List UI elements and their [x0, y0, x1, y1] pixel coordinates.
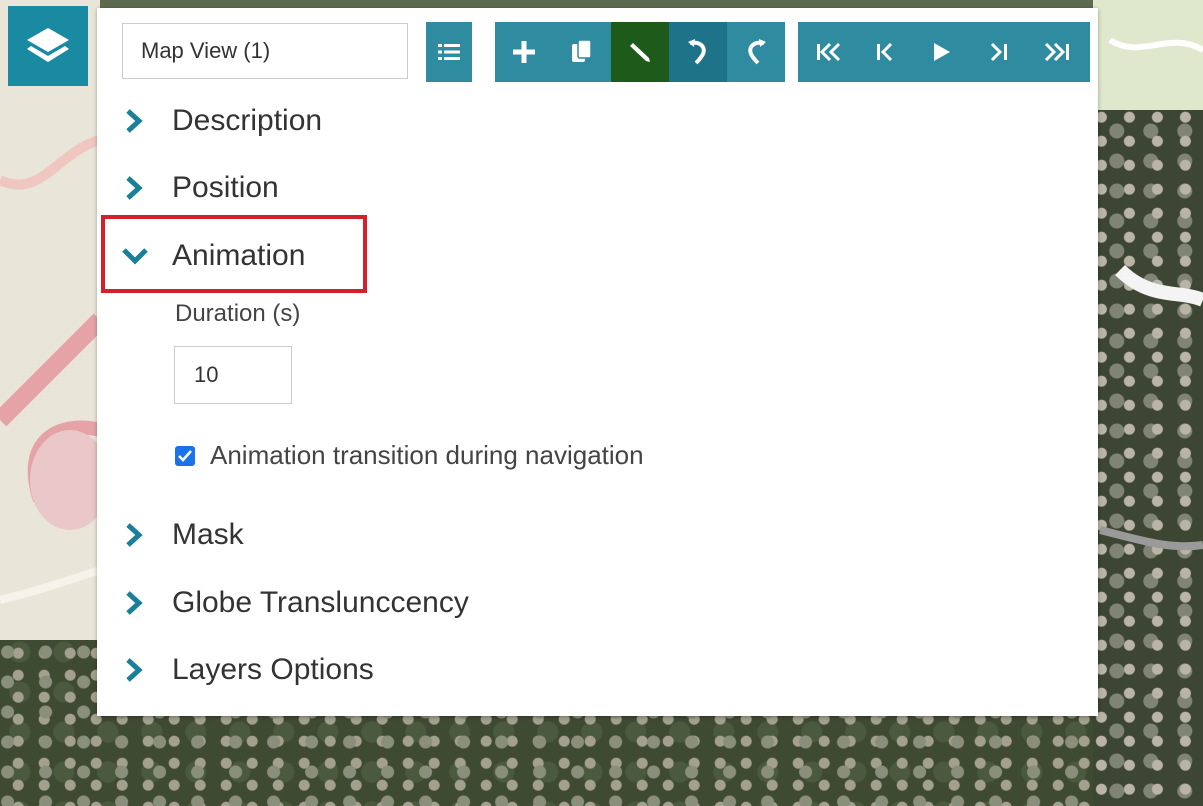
section-description[interactable]: Description [122, 101, 322, 141]
undo-button[interactable] [669, 22, 727, 82]
section-layers-options[interactable]: Layers Options [122, 650, 374, 690]
previous-icon [877, 43, 893, 61]
chevron-right-icon [126, 109, 143, 133]
section-label: Position [172, 171, 279, 204]
play-icon [934, 43, 950, 61]
next-icon [990, 43, 1007, 61]
copy-button[interactable] [553, 22, 611, 82]
edit-button[interactable] [611, 22, 669, 82]
next-button[interactable] [970, 22, 1026, 82]
map-view-select[interactable]: Map View (1) [122, 23, 408, 79]
section-animation[interactable]: Animation [122, 236, 305, 276]
duration-input[interactable]: 10 [174, 346, 292, 404]
chevron-down-icon [122, 248, 148, 265]
previous-button[interactable] [858, 22, 914, 82]
layers-icon [27, 28, 69, 62]
section-mask[interactable]: Mask [122, 515, 244, 555]
chevron-right-icon [126, 658, 143, 682]
list-icon [438, 44, 460, 60]
section-label: Layers Options [172, 653, 374, 686]
section-label: Globe Translunccency [172, 586, 469, 619]
first-button[interactable] [802, 22, 858, 82]
plus-icon [513, 41, 535, 63]
list-button[interactable] [426, 22, 472, 82]
chevron-right-icon [126, 176, 143, 200]
play-button[interactable] [914, 22, 970, 82]
undo-icon [688, 39, 706, 65]
chevron-right-icon [126, 591, 143, 615]
section-label: Animation [172, 239, 306, 272]
section-globe-translucency[interactable]: Globe Translunccency [122, 583, 469, 623]
last-icon [1044, 43, 1069, 61]
layers-button[interactable] [8, 6, 88, 86]
map-view-panel: Map View (1) Description Position Animat… [97, 8, 1098, 716]
checkmark-icon [178, 449, 192, 462]
copy-icon [572, 40, 592, 62]
section-label: Mask [172, 518, 244, 551]
animation-transition-label: Animation transition during navigation [210, 440, 644, 470]
section-label: Description [172, 104, 323, 137]
chevron-right-icon [126, 523, 143, 547]
animation-transition-checkbox[interactable] [175, 445, 195, 466]
animation-transition-option[interactable]: Animation transition during navigation [175, 440, 644, 471]
section-position[interactable]: Position [122, 168, 279, 208]
first-icon [817, 43, 841, 61]
duration-label: Duration (s) [175, 300, 301, 327]
redo-icon [748, 39, 766, 65]
redo-button[interactable] [727, 22, 785, 82]
last-button[interactable] [1026, 22, 1086, 82]
add-button[interactable] [495, 22, 553, 82]
pencil-icon [630, 43, 650, 62]
